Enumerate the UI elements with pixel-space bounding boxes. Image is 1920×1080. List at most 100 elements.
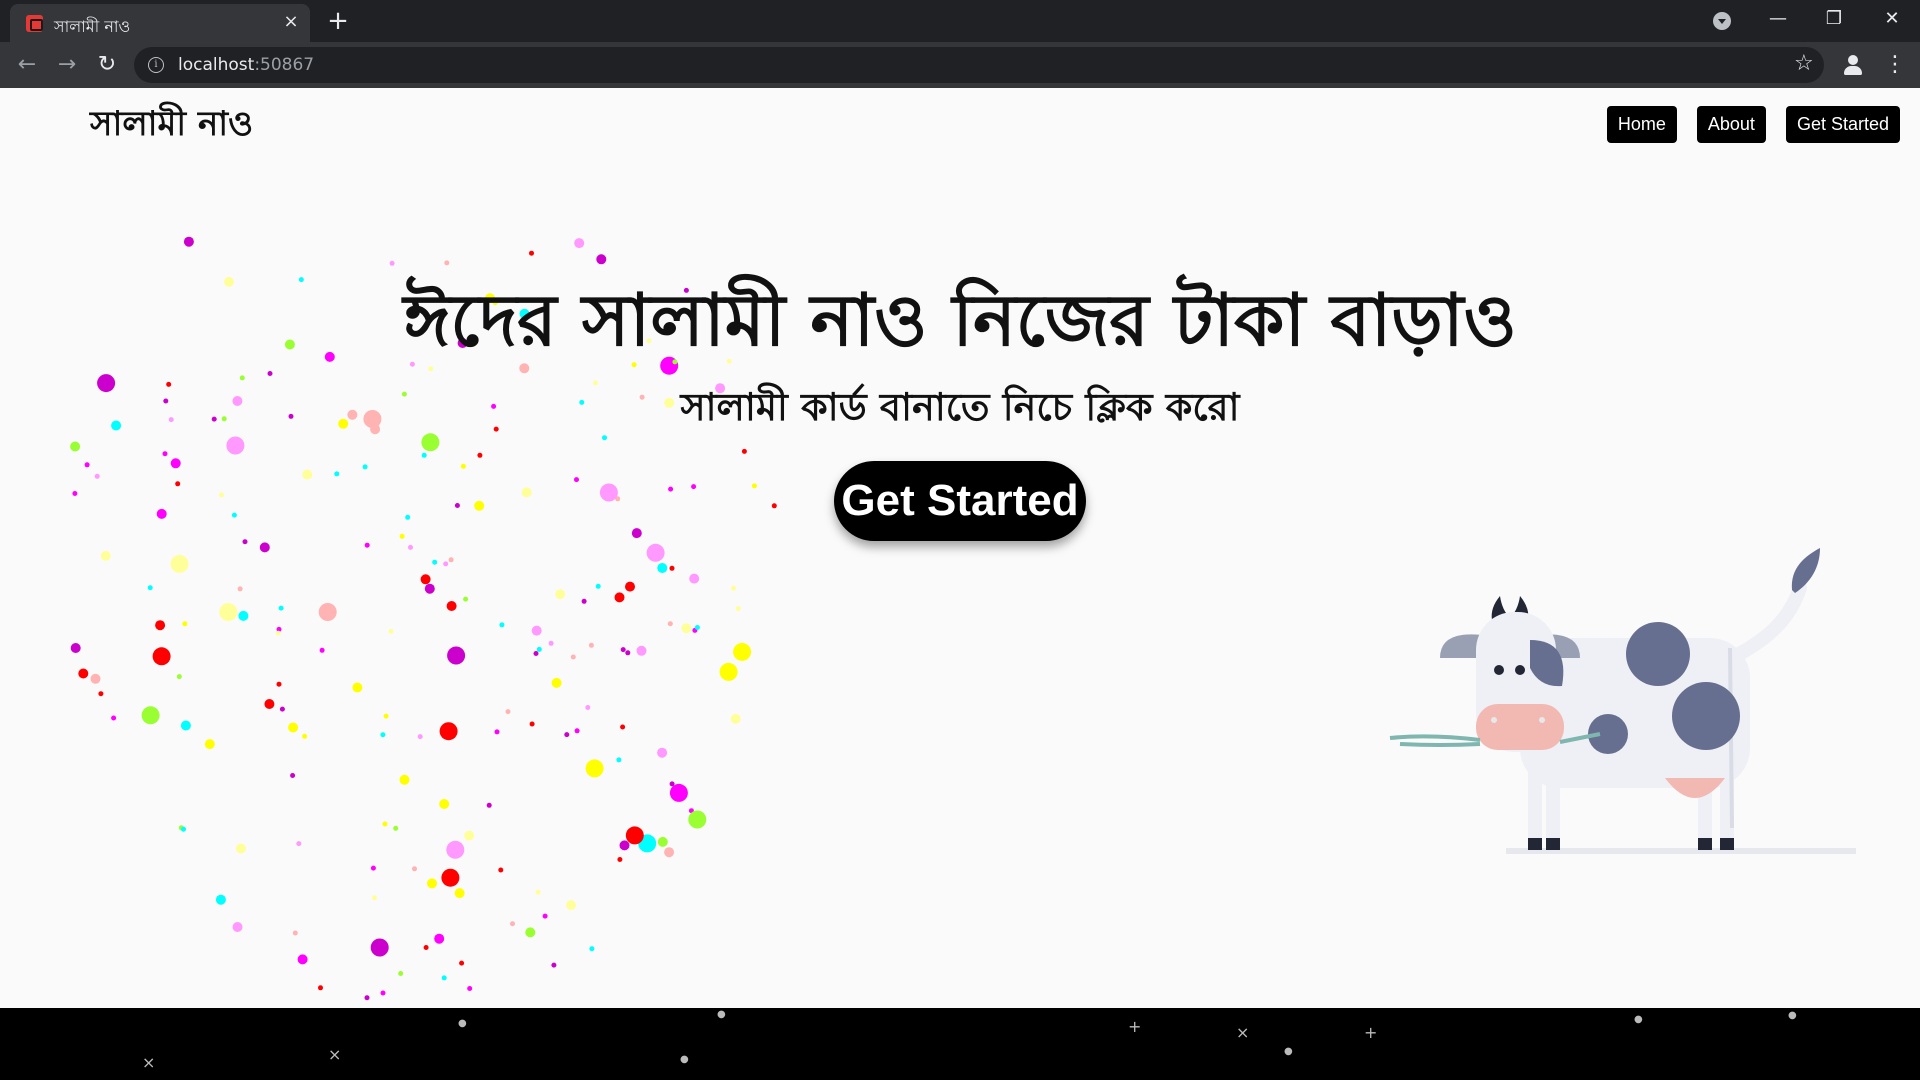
confetti-dot [596, 254, 607, 265]
restore-button[interactable]: ❐ [1806, 0, 1862, 38]
confetti-dot [441, 975, 447, 981]
confetti-dot [175, 481, 181, 487]
confetti-dot [444, 260, 450, 266]
confetti-dot [380, 990, 386, 996]
site-info-icon[interactable]: i [148, 57, 164, 73]
confetti-dot [183, 236, 194, 247]
confetti-dot [405, 514, 411, 520]
confetti-dot [147, 585, 153, 591]
confetti-dot [441, 868, 460, 887]
confetti-dot [259, 542, 270, 553]
back-arrow-icon[interactable]: ← [12, 50, 42, 80]
nav-about-button[interactable]: About [1696, 106, 1766, 143]
forward-arrow-icon[interactable]: → [52, 50, 82, 80]
favicon-icon [26, 15, 43, 32]
site-logo[interactable]: সালামী নাও [90, 98, 253, 155]
confetti-dot [486, 802, 492, 808]
confetti-dot [599, 483, 618, 502]
confetti-dot [318, 603, 337, 621]
star-sparkle: × [1236, 1023, 1249, 1042]
confetti-dot [439, 799, 450, 809]
confetti-dot [170, 554, 189, 573]
confetti-dot [70, 441, 81, 452]
address-bar[interactable]: i localhost:50867 ☆ [134, 47, 1824, 83]
confetti-dot [232, 922, 243, 932]
confetti-dot [448, 557, 454, 563]
bookmark-star-icon[interactable]: ☆ [1794, 51, 1814, 76]
confetti-dot [741, 448, 747, 454]
confetti-dot [499, 622, 505, 628]
nav-home-button[interactable]: Home [1606, 106, 1677, 143]
confetti-dot [689, 573, 700, 584]
starfield: ● ● ● ● ● ● × × × + + [142, 1009, 1797, 1072]
confetti-dot [290, 773, 296, 778]
confetti-dot [219, 492, 224, 498]
confetti-dot [302, 733, 308, 739]
confetti-dot [669, 565, 675, 571]
minimize-button[interactable]: — [1750, 0, 1806, 38]
url-port: :50867 [254, 55, 315, 75]
confetti-dot [94, 473, 100, 479]
confetti-dot [155, 620, 166, 631]
tab-search-icon[interactable] [1713, 12, 1731, 30]
confetti-dot [141, 706, 160, 725]
confetti-dot [625, 826, 644, 845]
page: সালামী নাও Home About Get Started ঈদের স… [0, 88, 1920, 1080]
star-sparkle: ● [717, 1009, 726, 1020]
confetti-dot [454, 888, 465, 899]
confetti-dot [735, 606, 741, 612]
get-started-button[interactable]: Get Started [834, 461, 1086, 541]
confetti-dot [668, 486, 674, 492]
confetti-dot [364, 995, 370, 1001]
confetti-dot [669, 783, 688, 802]
confetti-dot [719, 662, 738, 681]
confetti-dot [525, 927, 536, 938]
confetti-dot [620, 647, 626, 653]
confetti-dot [238, 610, 249, 621]
confetti-dot [152, 647, 171, 666]
confetti-dot [90, 673, 101, 684]
confetti-dot [393, 825, 399, 831]
reload-icon[interactable]: ↻ [92, 50, 122, 80]
account-icon[interactable] [1840, 52, 1866, 78]
kebab-menu-icon[interactable]: ⋮ [1884, 52, 1906, 78]
confetti-dot [380, 732, 386, 738]
confetti-dot [464, 830, 475, 841]
confetti-dot [585, 759, 604, 778]
confetti-dot [620, 724, 626, 730]
star-sparkle: ● [1634, 1014, 1643, 1025]
confetti-dot [574, 238, 585, 249]
confetti-dot [292, 930, 298, 936]
url-text[interactable]: localhost:50867 [178, 55, 314, 75]
confetti-dot [382, 821, 388, 827]
confetti-dot [275, 630, 281, 636]
confetti-dot [421, 452, 427, 458]
nav-get-started-button[interactable]: Get Started [1785, 106, 1900, 143]
star-sparkle: + [1364, 1023, 1377, 1042]
confetti-dot [176, 674, 182, 680]
browser-tab[interactable]: সালামী নাও × [10, 4, 310, 42]
confetti-dot [334, 471, 340, 477]
confetti-dot [72, 491, 78, 496]
confetti-dot [288, 722, 299, 733]
confetti-dot [399, 774, 410, 785]
confetti-dot [443, 561, 449, 567]
confetti-dot [156, 508, 167, 519]
confetti-dot [111, 715, 117, 721]
confetti-dot [370, 865, 376, 871]
confetti-dot [423, 945, 429, 950]
confetti-dot [454, 503, 460, 508]
cow-illustration [1389, 548, 1856, 854]
close-window-button[interactable]: ✕ [1864, 0, 1920, 38]
new-tab-button[interactable]: + [324, 8, 352, 36]
tab-close-icon[interactable]: × [280, 11, 302, 33]
confetti-burst [70, 236, 777, 1001]
confetti-dot [570, 654, 576, 660]
confetti-dot [588, 642, 594, 648]
confetti-dot [625, 581, 635, 592]
confetti-dot [372, 895, 377, 901]
confetti-dot [162, 451, 168, 457]
star-sparkle: × [328, 1045, 341, 1064]
confetti-dot [616, 757, 622, 763]
confetti-dot [585, 705, 591, 710]
